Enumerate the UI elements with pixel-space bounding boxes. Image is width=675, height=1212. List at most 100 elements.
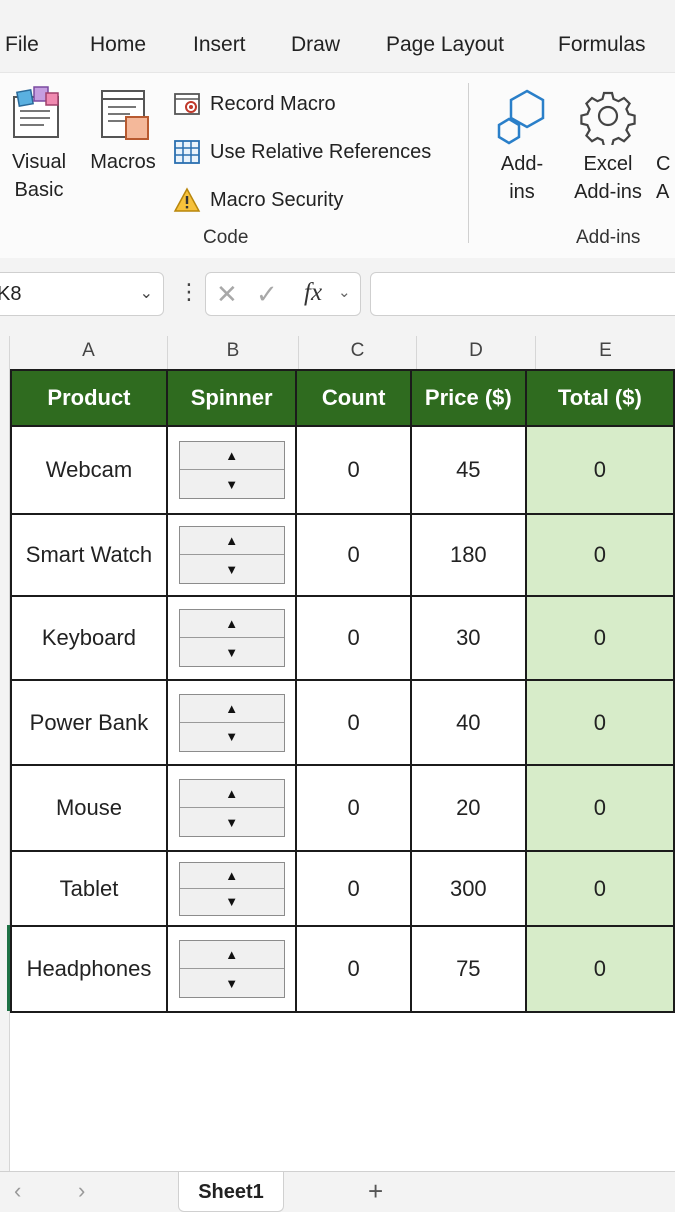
header-total[interactable]: Total ($) [524,369,675,427]
count-cell[interactable]: 0 [295,764,412,852]
use-relative-references-button[interactable]: Use Relative References [172,135,431,169]
price-cell[interactable]: 300 [409,850,527,927]
cancel-icon[interactable]: ✕ [216,281,238,307]
spinner-control[interactable]: ▲ ▼ [178,609,285,667]
spinner-down-button[interactable]: ▼ [180,555,284,583]
product-cell[interactable]: Smart Watch [10,513,168,597]
check-icon[interactable]: ✓ [256,281,278,307]
column-header-b[interactable]: B [168,336,299,369]
count-cell[interactable]: 0 [295,679,412,766]
total-cell[interactable]: 0 [524,925,675,1013]
price-cell[interactable]: 75 [409,925,527,1013]
arrow-down-icon: ▼ [225,729,239,744]
total-cell[interactable]: 0 [524,679,675,766]
total-cell[interactable]: 0 [524,425,675,515]
product-cell[interactable]: Webcam [10,425,168,515]
spinner-control[interactable]: ▲ ▼ [178,861,285,916]
formula-input[interactable] [370,272,675,316]
count-cell[interactable]: 0 [295,850,412,927]
spinner-control[interactable]: ▲ ▼ [178,526,285,584]
tab-page-layout[interactable]: Page Layout [386,33,504,57]
select-all-corner[interactable] [0,336,10,369]
add-sheet-button[interactable]: + [368,1176,383,1207]
name-box-value: K8 [0,283,22,305]
spinner-up-button[interactable]: ▲ [179,941,284,969]
tab-formulas[interactable]: Formulas [558,33,646,57]
visual-basic-button[interactable]: Visual Basic [6,85,72,205]
addins-button[interactable]: Add- ins [492,87,552,207]
price-cell[interactable]: 20 [409,764,527,852]
spinner-up-button[interactable]: ▲ [179,780,284,808]
arrow-up-icon: ▲ [225,448,239,463]
column-header-a[interactable]: A [10,336,168,369]
price-cell[interactable]: 180 [409,513,527,597]
name-box[interactable]: K8 ⌄ [0,272,164,316]
menu-bar: File Home Insert Draw Page Layout Formul… [0,0,675,72]
product-cell[interactable]: Power Bank [10,679,168,766]
product-cell[interactable]: Mouse [10,764,168,852]
spinner-up-button[interactable]: ▲ [179,863,284,889]
sheet-tab-sheet1[interactable]: Sheet1 [178,1172,284,1212]
column-header-c[interactable]: C [299,336,417,369]
spinner-cell: ▲ ▼ [165,764,298,852]
product-cell[interactable]: Tablet [10,850,168,927]
macros-button[interactable]: Macros [84,85,162,177]
spinner-up-button[interactable]: ▲ [179,610,284,638]
header-spinner[interactable]: Spinner [165,369,298,427]
chevron-down-icon[interactable]: ⌄ [338,283,351,301]
tab-draw[interactable]: Draw [291,33,340,57]
spinner-up-button[interactable]: ▲ [179,442,284,470]
price-cell[interactable]: 45 [409,425,527,515]
spinner-down-button[interactable]: ▼ [180,808,284,836]
count-cell[interactable]: 0 [295,595,412,681]
product-cell[interactable]: Headphones [10,925,168,1013]
chevron-left-icon[interactable]: ‹ [14,1178,21,1204]
chevron-right-icon[interactable]: › [78,1178,85,1204]
header-product[interactable]: Product [10,369,168,427]
spinner-control[interactable]: ▲ ▼ [178,779,285,837]
total-cell[interactable]: 0 [524,764,675,852]
total-cell[interactable]: 0 [524,595,675,681]
formula-buttons: ✕ ✓ fx ⌄ [205,272,361,316]
spinner-cell: ▲ ▼ [165,595,298,681]
total-cell[interactable]: 0 [524,850,675,927]
column-header-e[interactable]: E [536,336,675,369]
tab-insert[interactable]: Insert [193,33,246,57]
spinner-down-button[interactable]: ▼ [180,638,284,666]
header-count[interactable]: Count [295,369,412,427]
header-row: Product Spinner Count Price ($) Total ($… [10,369,675,427]
cut-off-ribbon-button[interactable]: C A [656,149,675,207]
spinner-up-button[interactable]: ▲ [179,527,284,555]
price-cell[interactable]: 30 [409,595,527,681]
table-row: Webcam ▲ ▼ 0 45 0 [10,425,675,515]
header-price[interactable]: Price ($) [409,369,527,427]
macros-label: Macros [90,151,156,173]
spinner-down-button[interactable]: ▼ [180,470,284,498]
more-options-icon[interactable]: ⋮ [178,281,200,303]
count-cell[interactable]: 0 [295,425,412,515]
count-cell[interactable]: 0 [295,925,412,1013]
macro-security-button[interactable]: Macro Security [172,183,343,217]
spinner-down-button[interactable]: ▼ [180,889,284,915]
spinner-control[interactable]: ▲ ▼ [178,441,285,499]
tab-file[interactable]: File [5,33,39,57]
excel-addins-button[interactable]: Excel Add-ins [566,87,650,207]
count-cell[interactable]: 0 [295,513,412,597]
arrow-up-icon: ▲ [225,533,239,548]
chevron-down-icon[interactable]: ⌄ [140,273,153,315]
relative-references-icon [172,137,202,167]
spinner-control[interactable]: ▲ ▼ [178,693,285,752]
price-cell[interactable]: 40 [409,679,527,766]
spinner-down-button[interactable]: ▼ [180,723,284,751]
spinner-up-button[interactable]: ▲ [179,695,284,723]
spinner-down-button[interactable]: ▼ [180,969,284,997]
arrow-up-icon: ▲ [225,947,239,962]
total-cell[interactable]: 0 [524,513,675,597]
tab-home[interactable]: Home [90,33,146,57]
insert-function-button[interactable]: fx [304,279,322,307]
table-row: Tablet ▲ ▼ 0 300 0 [10,850,675,927]
record-macro-button[interactable]: Record Macro [172,87,336,121]
spinner-control[interactable]: ▲ ▼ [178,940,285,998]
column-header-d[interactable]: D [417,336,536,369]
product-cell[interactable]: Keyboard [10,595,168,681]
